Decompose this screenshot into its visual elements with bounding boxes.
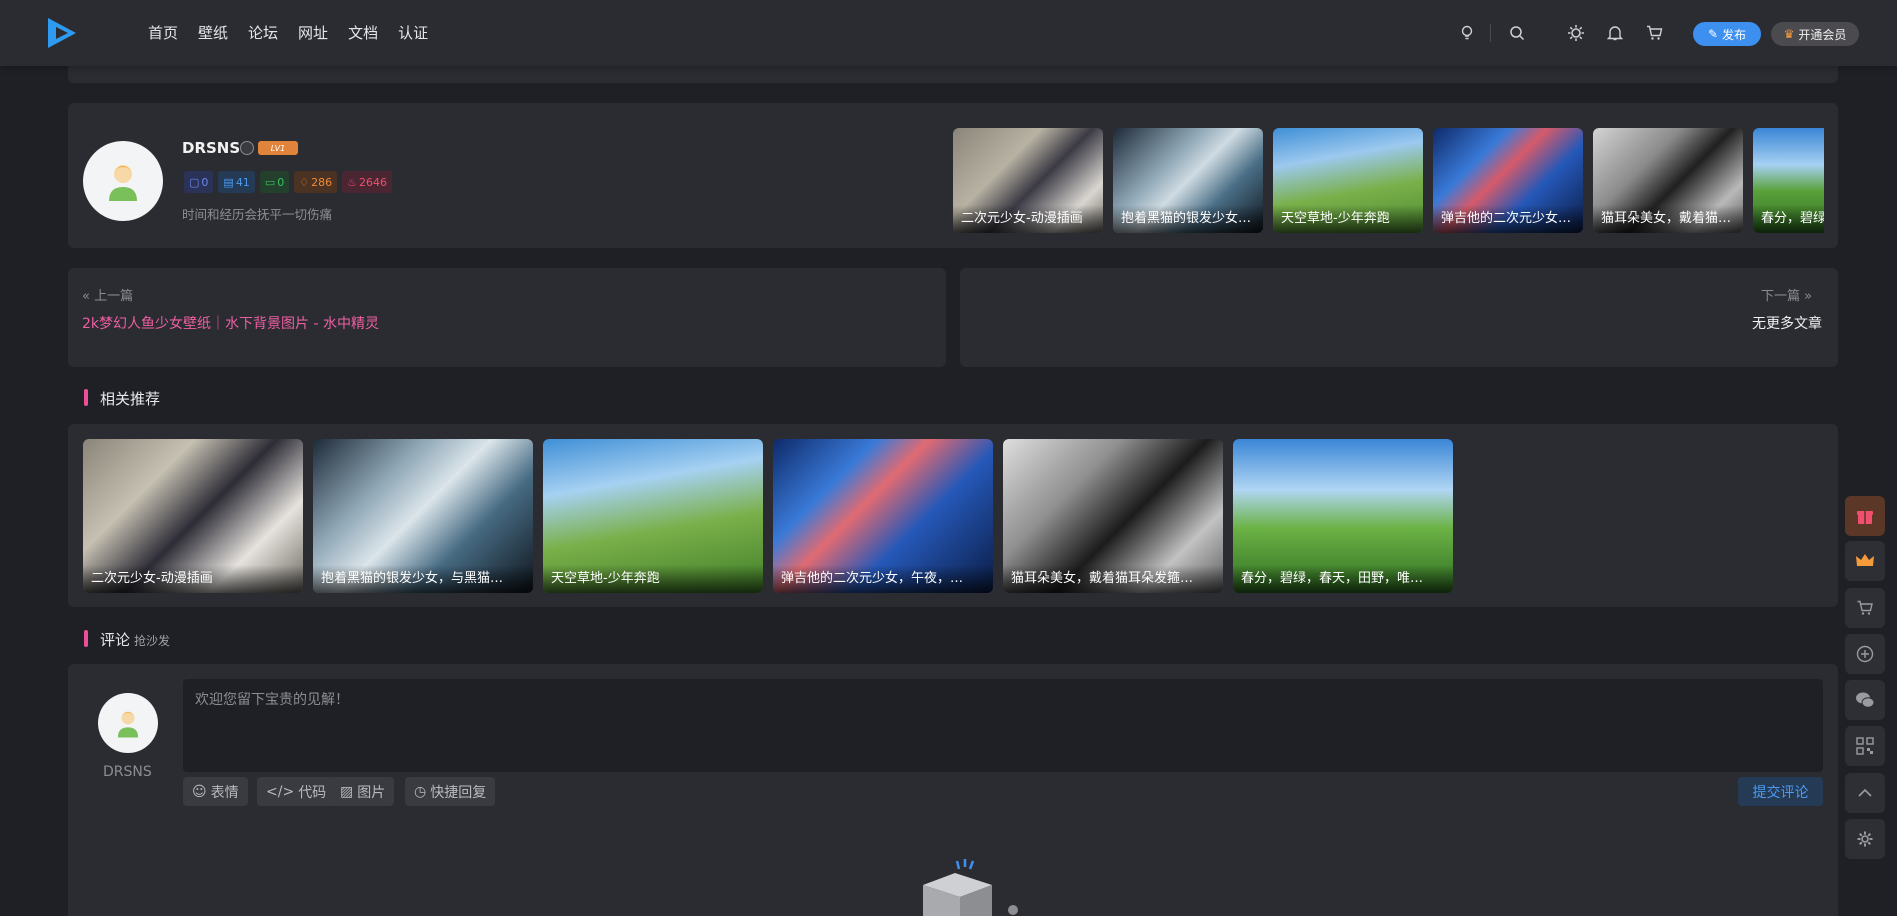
nav-sites[interactable]: 网址 — [298, 22, 328, 44]
crown-icon: ♛ — [1783, 27, 1795, 41]
wechat-float-button[interactable] — [1845, 680, 1885, 720]
submit-comment-button[interactable]: 提交评论 — [1738, 777, 1823, 806]
bell-icon[interactable] — [1604, 22, 1626, 44]
stat-comments: ▢ 0 — [184, 171, 214, 193]
code-button[interactable]: </> 代码 — [257, 777, 336, 806]
chat-icon: ▭ — [264, 175, 276, 189]
theme-sun-icon[interactable] — [1565, 22, 1587, 44]
double-chevron-left-icon: « — [82, 289, 90, 304]
cart-float-button[interactable] — [1845, 588, 1885, 628]
publish-button[interactable]: ✎ 发布 — [1693, 22, 1761, 46]
author-signature: 时间和经历会抚平一切伤痛 — [182, 207, 333, 222]
document-icon: ▤ — [223, 175, 234, 189]
chevron-up-icon — [1858, 788, 1872, 797]
back-to-top-button[interactable] — [1845, 773, 1885, 813]
related-item[interactable]: 猫耳朵美女，戴着猫耳朵发箍… — [1003, 439, 1223, 593]
author-post-thumb[interactable]: 弹吉他的二次元少女，午夜，… — [1433, 128, 1583, 233]
double-chevron-right-icon: » — [1804, 289, 1813, 304]
stat-posts: ▤ 41 — [218, 171, 255, 193]
image-button[interactable]: ▨ 图片 — [331, 777, 395, 806]
related-item[interactable]: 天空草地-少年奔跑 — [543, 439, 763, 593]
code-icon: </> — [266, 783, 295, 800]
user-avatar-icon — [117, 711, 139, 738]
gift-float-button[interactable] — [1845, 496, 1885, 536]
stat-views: ♨ 2646 — [342, 171, 392, 193]
stat-likes: ♢ 286 — [294, 171, 338, 193]
qrcode-icon — [1856, 737, 1874, 755]
vip-button[interactable]: ♛ 开通会员 — [1771, 22, 1859, 46]
section-marker — [84, 389, 88, 406]
user-avatar-icon — [109, 165, 137, 201]
author-stats: ▢ 0 ▤ 41 ▭ 0 ♢ 286 ♨ 2646 — [184, 171, 392, 193]
related-title: 相关推荐 — [100, 390, 161, 408]
gear-icon — [1857, 831, 1873, 847]
related-item[interactable]: 弹吉他的二次元少女，午夜，… — [773, 439, 993, 593]
cart-icon — [1857, 600, 1873, 615]
plus-circle-icon — [1856, 645, 1874, 663]
quick-reply-button[interactable]: ◷ 快捷回复 — [405, 777, 496, 806]
comment-textarea[interactable]: 欢迎您留下宝贵的见解！ — [183, 679, 1823, 772]
main-nav: 首页 壁纸 论坛 网址 文档 认证 — [148, 22, 428, 44]
author-post-thumb[interactable]: 抱着黑猫的银发少女，与黑猫… — [1113, 128, 1263, 233]
author-post-thumb[interactable]: 春分，碧绿，春天，田野，唯… — [1753, 128, 1824, 233]
nav-forum[interactable]: 论坛 — [248, 22, 278, 44]
next-label: 下一篇 » — [1761, 289, 1813, 304]
author-avatar[interactable] — [83, 141, 163, 221]
empty-box-illustration — [923, 859, 1018, 916]
emoji-button[interactable]: ☺ 表情 — [183, 777, 248, 806]
settings-float-button[interactable] — [1845, 819, 1885, 859]
gift-icon — [1857, 511, 1873, 524]
crown-icon — [1856, 554, 1874, 566]
related-item[interactable]: 抱着黑猫的银发少女，与黑猫… — [313, 439, 533, 593]
add-float-button[interactable] — [1845, 634, 1885, 674]
vip-float-button[interactable] — [1845, 541, 1885, 581]
prev-post-title[interactable]: 2k梦幻人鱼少女壁纸｜水下背景图片 - 水中精灵 — [82, 313, 379, 333]
verified-icon — [240, 141, 254, 155]
author-posts-strip: 二次元少女-动漫插画 抱着黑猫的银发少女，与黑猫… 天空草地-少年奔跑 弹吉他的… — [953, 128, 1824, 233]
nav-home[interactable]: 首页 — [148, 22, 178, 44]
qrcode-float-button[interactable] — [1845, 726, 1885, 766]
level-badge: LV1 — [258, 141, 298, 155]
related-item[interactable]: 春分，碧绿，春天，田野，唯… — [1233, 439, 1453, 593]
cart-icon[interactable] — [1643, 22, 1665, 44]
thumbs-up-icon: ♢ — [299, 175, 310, 189]
site-logo[interactable] — [42, 14, 82, 52]
related-item[interactable]: 二次元少女-动漫插画 — [83, 439, 303, 593]
commenter-avatar — [98, 693, 158, 753]
nav-wallpaper[interactable]: 壁纸 — [198, 22, 228, 44]
clock-icon: ◷ — [414, 783, 427, 800]
stat-replies: ▭ 0 — [259, 171, 290, 193]
search-icon[interactable] — [1506, 22, 1528, 44]
next-post-card[interactable] — [960, 268, 1838, 367]
lightbulb-icon[interactable] — [1456, 22, 1478, 44]
top-navbar: 首页 壁纸 论坛 网址 文档 认证 ✎ 发布 ♛ 开通会员 — [0, 0, 1897, 66]
image-icon: ▨ — [340, 783, 354, 800]
nav-verify[interactable]: 认证 — [398, 22, 428, 44]
author-post-thumb[interactable]: 二次元少女-动漫插画 — [953, 128, 1103, 233]
pencil-icon: ✎ — [1707, 27, 1719, 41]
nav-docs[interactable]: 文档 — [348, 22, 378, 44]
prev-label: « 上一篇 — [82, 289, 134, 304]
author-name[interactable]: DRSNS — [182, 139, 240, 157]
fire-icon: ♨ — [347, 175, 357, 189]
commenter-name: DRSNS — [103, 764, 152, 780]
author-post-thumb[interactable]: 天空草地-少年奔跑 — [1273, 128, 1423, 233]
smile-icon: ☺ — [192, 783, 207, 800]
author-post-thumb[interactable]: 猫耳朵美女，戴着猫耳朵发箍… — [1593, 128, 1743, 233]
comment-icon: ▢ — [189, 175, 200, 189]
comment-title: 评论 抢沙发 — [100, 631, 171, 649]
header-divider — [1490, 24, 1491, 42]
wechat-icon — [1856, 692, 1875, 708]
section-marker — [84, 630, 88, 647]
next-post-title: 无更多文章 — [1752, 316, 1822, 332]
